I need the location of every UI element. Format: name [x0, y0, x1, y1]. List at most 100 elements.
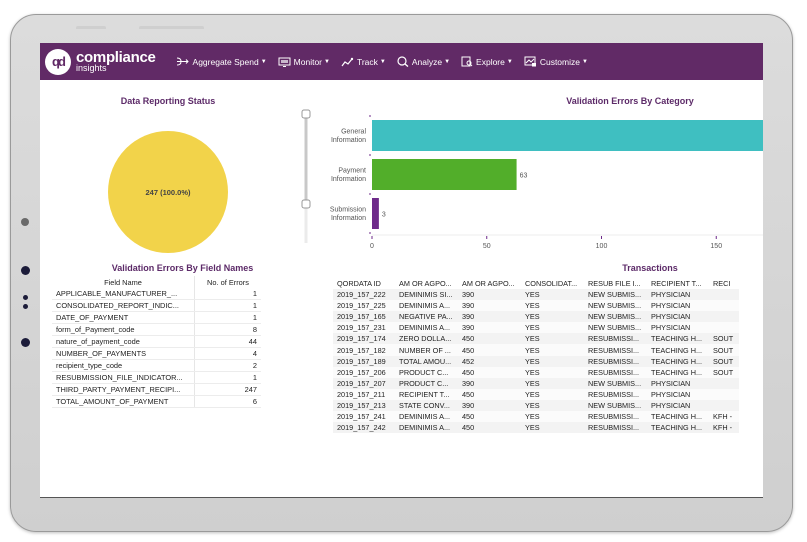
table-row[interactable]: TOTAL_AMOUNT_OF_PAYMENT 6	[52, 395, 261, 408]
column-header[interactable]: RECI	[709, 277, 739, 289]
field-name-cell: DATE_OF_PAYMENT	[52, 311, 195, 324]
nav-label: Track	[356, 56, 378, 67]
app-logo[interactable]: qd compliance insights	[45, 48, 156, 75]
table-cell: DEMINIMIS A...	[395, 422, 458, 434]
table-row[interactable]: 2019_157_241 DEMINIMIS A... 450 YES RESUBMIS…	[333, 411, 739, 423]
column-header[interactable]: CONSOLIDAT...	[521, 277, 584, 289]
nav-customize[interactable]: Customize ▼	[524, 56, 588, 67]
table-row[interactable]: THIRD_PARTY_PAYMENT_RECIPI... 247	[52, 383, 261, 396]
column-header[interactable]: RESUB FILE I...	[584, 277, 647, 289]
table-row[interactable]: recipient_type_code 2	[52, 359, 261, 372]
table-cell: DEMINIMIS A...	[395, 300, 458, 312]
table-row[interactable]: form_of_Payment_code 8	[52, 323, 261, 336]
table-cell: TEACHING H...	[647, 411, 709, 423]
error-count-cell: 44	[194, 335, 261, 348]
error-count-cell: 1	[194, 311, 261, 324]
table-cell: YES	[521, 355, 584, 367]
table-cell: RESUBMISSI...	[584, 422, 647, 434]
table-row[interactable]: 2019_157_207 PRODUCT C... 390 YES NEW SUBMIS…	[333, 377, 739, 389]
table-row[interactable]: 2019_157_222 DEMINIMIS SI... 390 YES NEW SUB…	[333, 289, 739, 301]
table-cell: PHYSICIAN	[647, 377, 709, 389]
table-cell	[709, 399, 739, 412]
column-header[interactable]: AM OR AGPO...	[395, 277, 458, 289]
table-cell: PRODUCT C...	[395, 366, 458, 378]
table-row[interactable]: 2019_157_242 DEMINIMIS A... 450 YES RESUBMIS…	[333, 422, 739, 434]
table-cell: YES	[521, 388, 584, 400]
table-cell: 2019_157_241	[333, 411, 395, 423]
table-cell: 2019_157_213	[333, 399, 395, 412]
table-cell: 2019_157_189	[333, 355, 395, 367]
tablet-button	[76, 26, 106, 29]
table-row[interactable]: 2019_157_174 ZERO DOLLA... 450 YES RESUBMISS…	[333, 333, 739, 345]
category-label-line: Submission	[330, 207, 366, 214]
nav-label: Aggregate Spend	[192, 56, 259, 67]
table-cell: TOTAL AMOU...	[395, 355, 458, 367]
column-header[interactable]: QORDATA ID	[333, 277, 395, 289]
table-row[interactable]: CONSOLIDATED_REPORT_INDIC... 1	[52, 299, 261, 312]
range-slider-handle-bottom[interactable]	[301, 199, 311, 209]
bar-data-label: 63	[520, 173, 528, 180]
nav-explore[interactable]: Explore ▼	[461, 56, 513, 67]
category-chart-title: Validation Errors By Category	[566, 96, 694, 106]
column-header-field-name[interactable]: Field Name	[52, 276, 195, 288]
bar-general-information[interactable]	[372, 120, 763, 151]
nav-track[interactable]: Track ▼	[341, 57, 386, 67]
table-row[interactable]: NUMBER_OF_PAYMENTS 4	[52, 347, 261, 360]
table-cell: SOUT	[709, 344, 739, 356]
table-cell: 2019_157_206	[333, 366, 395, 378]
x-tick-label: 50	[483, 243, 491, 250]
table-row[interactable]: 2019_157_182 NUMBER OF ... 450 YES RESUBMISS…	[333, 344, 739, 356]
x-tick-label: 0	[370, 243, 374, 250]
table-cell: NEW SUBMIS...	[584, 322, 647, 334]
table-row[interactable]: 2019_157_189 TOTAL AMOU... 452 YES RESUBMISS…	[333, 355, 739, 367]
table-cell: YES	[521, 300, 584, 312]
table-row[interactable]: nature_of_payment_code 44	[52, 335, 261, 348]
field-name-cell: APPLICABLE_MANUFACTURER_...	[52, 288, 195, 300]
logo-mark: qd	[45, 48, 71, 75]
table-cell: 390	[458, 300, 521, 312]
reporting-status-title: Data Reporting Status	[120, 96, 216, 106]
table-cell: TEACHING H...	[647, 366, 709, 378]
transactions-title: Transactions	[622, 263, 678, 273]
table-cell: 390	[458, 322, 521, 334]
table-cell: NEW SUBMIS...	[584, 377, 647, 389]
table-row[interactable]: APPLICABLE_MANUFACTURER_... 1	[52, 288, 261, 300]
table-cell: YES	[521, 333, 584, 345]
table-cell: 390	[458, 311, 521, 323]
column-header[interactable]: RECIPIENT T...	[647, 277, 709, 289]
table-cell: SOUT	[709, 366, 739, 378]
table-cell	[709, 300, 739, 312]
table-row[interactable]: 2019_157_206 PRODUCT C... 450 YES RESUBMISSI…	[333, 366, 739, 378]
bar-payment-information[interactable]	[372, 159, 517, 190]
table-row[interactable]: 2019_157_225 DEMINIMIS A... 390 YES NEW SUBM…	[333, 300, 739, 312]
table-cell: YES	[521, 322, 584, 334]
table-row[interactable]: 2019_157_231 DEMINIMIS A... 390 YES NEW SUBM…	[333, 322, 739, 334]
table-row[interactable]: 2019_157_211 RECIPIENT T... 450 YES RESUBMIS…	[333, 388, 739, 400]
table-row[interactable]: 2019_157_165 NEGATIVE PA... 390 YES NEW SUBM…	[333, 311, 739, 323]
nav-monitor[interactable]: Monitor ▼	[278, 57, 330, 67]
table-cell: RESUBMISSI...	[584, 355, 647, 367]
category-label-line: General	[341, 129, 366, 136]
pie-data-label: 247 (100.0%)	[145, 188, 191, 197]
bar-submission-information[interactable]	[372, 198, 379, 229]
error-count-cell: 1	[194, 371, 261, 384]
table-cell: ZERO DOLLA...	[395, 333, 458, 345]
table-cell: SOUT	[709, 333, 739, 345]
caret-down-icon: ▼	[444, 58, 451, 65]
nav-aggregate-spend[interactable]: Aggregate Spend ▼	[176, 57, 267, 67]
column-header-error-count[interactable]: No. of Errors	[195, 276, 262, 288]
table-row[interactable]: DATE_OF_PAYMENT 1	[52, 311, 261, 324]
table-cell: RESUBMISSI...	[584, 411, 647, 423]
table-cell	[709, 289, 739, 301]
table-cell: YES	[521, 344, 584, 356]
field-name-cell: nature_of_payment_code	[52, 335, 195, 348]
field-name-cell: THIRD_PARTY_PAYMENT_RECIPI...	[52, 383, 195, 396]
table-row[interactable]: 2019_157_213 STATE CONV... 390 YES NEW SUBMI…	[333, 399, 739, 412]
table-cell: 2019_157_182	[333, 344, 395, 356]
nav-label: Customize	[539, 56, 580, 67]
column-header[interactable]: AM OR AGPO...	[458, 277, 521, 289]
error-count-cell: 2	[194, 359, 261, 372]
table-row[interactable]: RESUBMISSION_FILE_INDICATOR... 1	[52, 371, 261, 384]
range-slider-handle-top[interactable]	[301, 109, 311, 119]
nav-analyze[interactable]: Analyze ▼	[397, 56, 450, 67]
